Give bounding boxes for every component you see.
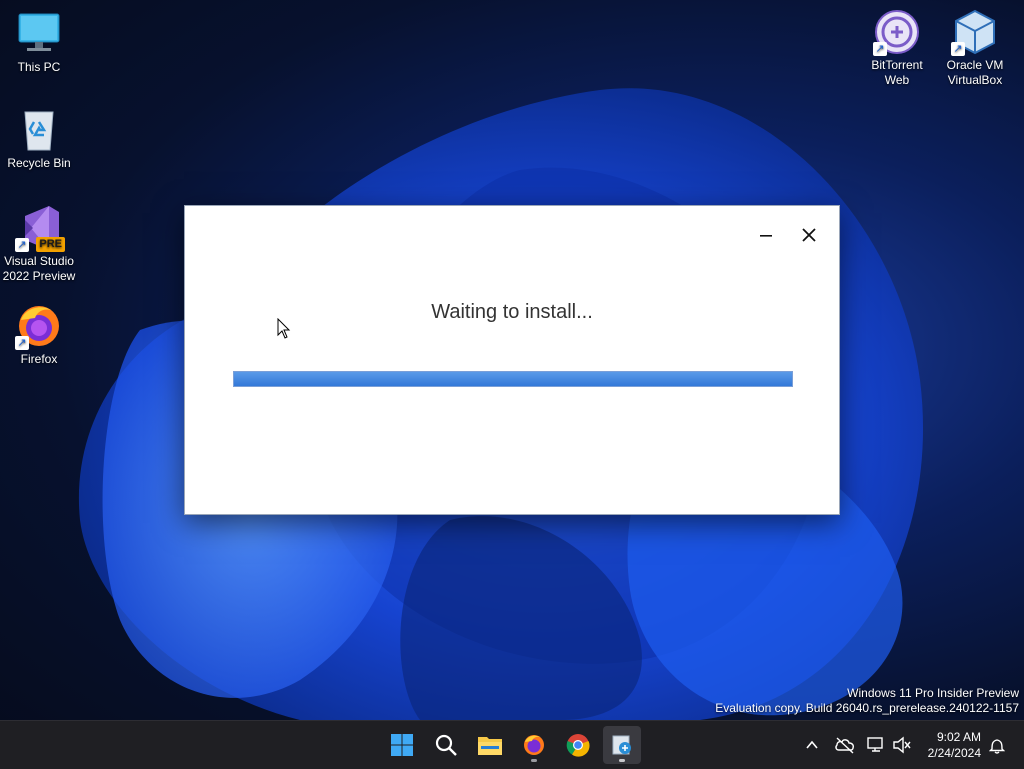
chevron-up-icon xyxy=(806,740,818,749)
installer-taskbar-button[interactable] xyxy=(603,726,641,764)
network-icon xyxy=(867,737,883,752)
close-button[interactable] xyxy=(791,220,827,250)
start-button[interactable] xyxy=(383,726,421,764)
windows-watermark: Windows 11 Pro Insider Preview Evaluatio… xyxy=(715,686,1019,716)
volume-muted-icon xyxy=(893,736,911,754)
minimize-button[interactable] xyxy=(748,220,784,250)
clock-time: 9:02 AM xyxy=(936,730,981,744)
start-icon xyxy=(391,734,413,756)
shortcut-arrow-icon: ↗ xyxy=(15,336,29,350)
visual-studio-icon: PRE ↗ xyxy=(15,204,65,252)
monitor-icon xyxy=(15,10,63,58)
mouse-cursor-icon xyxy=(277,318,291,339)
desktop-icon-visual-studio[interactable]: PRE ↗ Visual Studio 2022 Preview xyxy=(0,204,79,284)
firefox-icon: ↗ xyxy=(15,302,63,350)
desktop-icon-label: Visual Studio 2022 Preview xyxy=(2,254,76,283)
cloud-offline-icon xyxy=(835,737,854,754)
shortcut-arrow-icon: ↗ xyxy=(951,42,965,56)
desktop-icon-label: Firefox xyxy=(20,352,58,366)
installer-icon xyxy=(612,735,631,755)
minimize-icon xyxy=(760,235,772,237)
desktop-icon-recycle-bin[interactable]: Recycle Bin xyxy=(0,106,79,171)
firefox-taskbar-button[interactable] xyxy=(515,726,553,764)
desktop-icon-virtualbox[interactable]: ↗ Oracle VM VirtualBox xyxy=(935,8,1015,88)
clock-date: 2/24/2024 xyxy=(927,746,981,760)
watermark-edition: Windows 11 Pro Insider Preview xyxy=(847,686,1019,700)
file-explorer-button[interactable] xyxy=(471,726,509,764)
running-indicator xyxy=(531,759,537,762)
progress-fill xyxy=(234,372,792,386)
network-tray-button[interactable] xyxy=(864,733,888,757)
search-button[interactable] xyxy=(427,726,465,764)
volume-tray-button[interactable] xyxy=(890,733,914,757)
running-indicator xyxy=(619,759,625,762)
onedrive-tray-button[interactable] xyxy=(833,733,857,757)
chrome-icon xyxy=(566,734,590,757)
notifications-button[interactable] xyxy=(985,733,1009,757)
desktop-icon-firefox[interactable]: ↗ Firefox xyxy=(0,302,79,367)
chrome-taskbar-button[interactable] xyxy=(559,726,597,764)
desktop-icon-label: Oracle VM VirtualBox xyxy=(946,58,1004,87)
desktop-icon-label: BitTorrent Web xyxy=(871,58,923,87)
desktop-icon-label: This PC xyxy=(17,60,61,74)
installer-dialog: Waiting to install... xyxy=(184,205,840,515)
show-hidden-icons-button[interactable] xyxy=(800,733,824,757)
virtualbox-icon: ↗ xyxy=(951,8,999,56)
taskbar-clock[interactable]: 9:02 AM 2/24/2024 xyxy=(928,729,981,761)
desktop-icon-label: Recycle Bin xyxy=(7,156,71,170)
shortcut-arrow-icon: ↗ xyxy=(873,42,887,56)
file-explorer-icon xyxy=(478,737,502,755)
recycle-bin-icon xyxy=(15,106,63,154)
desktop-icon-bittorrent[interactable]: ↗ BitTorrent Web xyxy=(857,8,937,88)
close-icon xyxy=(802,228,816,242)
install-progress-bar xyxy=(233,371,793,387)
preview-badge: PRE xyxy=(36,237,65,252)
bittorrent-icon: ↗ xyxy=(873,8,921,56)
shortcut-arrow-icon: ↗ xyxy=(15,238,29,252)
search-icon xyxy=(435,734,457,756)
watermark-build: Evaluation copy. Build 26040.rs_prerelea… xyxy=(715,701,1019,715)
firefox-icon xyxy=(524,735,544,755)
taskbar: 9:02 AM 2/24/2024 xyxy=(0,720,1024,769)
desktop-icon-this-pc[interactable]: This PC xyxy=(0,10,79,75)
bell-icon xyxy=(989,739,1005,754)
